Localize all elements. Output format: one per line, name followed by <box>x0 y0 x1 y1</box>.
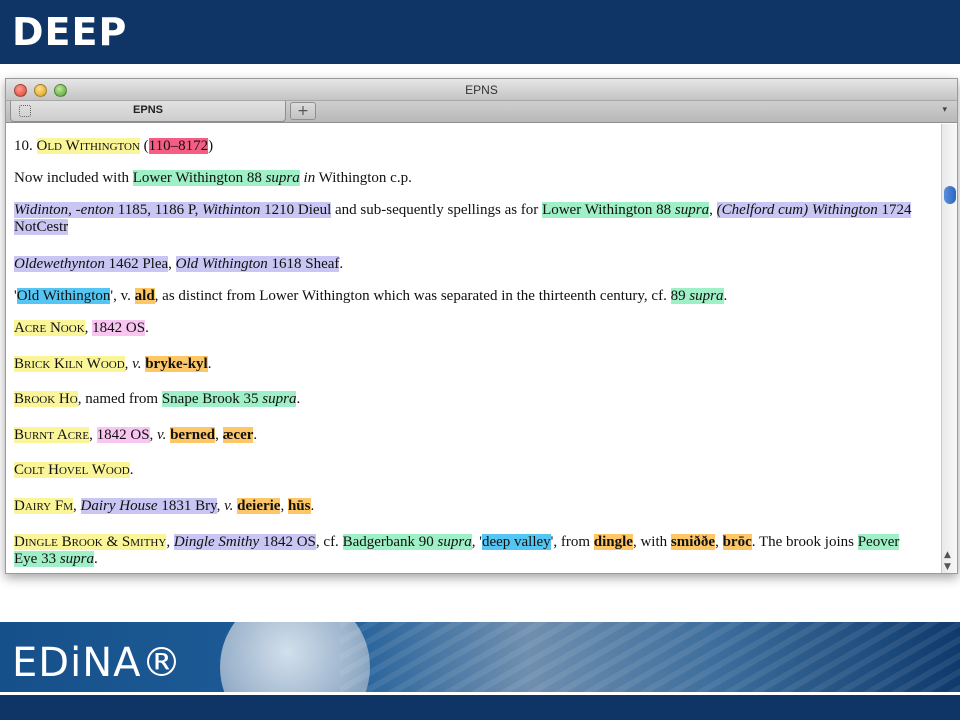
place-name[interactable]: Old Withington <box>36 138 140 154</box>
slide-header: DEEP <box>0 0 960 64</box>
footer-strip <box>0 692 960 720</box>
entry-paragraph: Brick Kiln Wood, v. bryke-kyl. <box>14 356 212 372</box>
grid-reference[interactable]: 110–8172 <box>148 138 209 154</box>
slide-title: DEEP <box>12 10 128 54</box>
element-link[interactable]: deierie <box>237 498 281 514</box>
place-name[interactable]: Brick Kiln Wood <box>14 356 125 372</box>
window-titlebar: EPNS <box>6 79 957 101</box>
entry-paragraph: 'Old Withington', v. ald, as distinct fr… <box>14 288 728 304</box>
page-content: 10. Old Withington (110–8172) Now includ… <box>6 124 942 573</box>
new-tab-button[interactable]: + <box>290 102 316 120</box>
footer-banner: EDiNA® <box>0 622 960 692</box>
place-name[interactable]: Burnt Acre <box>14 427 90 443</box>
element-link[interactable]: æcer <box>222 427 254 443</box>
entry-paragraph: Now included with Lower Withington 88 su… <box>14 170 412 186</box>
historical-form[interactable]: Old Withington 1618 Sheaf <box>175 256 340 272</box>
entry-paragraph: Dairy Fm, Dairy House 1831 Bry, v. deier… <box>14 498 315 514</box>
historical-form[interactable]: Dairy House 1831 Bry <box>80 498 217 514</box>
element-link[interactable]: hūs <box>287 498 311 514</box>
place-name[interactable]: Dairy Fm <box>14 498 73 514</box>
gloss-highlight[interactable]: deep valley <box>481 534 551 550</box>
historical-form[interactable]: Oldewethynton 1462 Plea <box>14 256 169 272</box>
tab-menu-chevron-icon[interactable]: ▾ <box>942 105 947 115</box>
element-link[interactable]: smiððe <box>670 534 716 550</box>
vertical-scrollbar[interactable]: ▲ ▼ <box>941 124 957 573</box>
tab-label: EPNS <box>133 104 163 116</box>
element-link[interactable]: brōc <box>722 534 752 550</box>
window-title: EPNS <box>465 83 498 97</box>
entry-paragraph: Widinton, -enton 1185, 1186 P, Withinton… <box>14 202 912 235</box>
cross-reference-link[interactable]: 89 supra <box>670 288 724 304</box>
scroll-thumb[interactable] <box>944 186 956 204</box>
entry-paragraph: Dingle Brook & Smithy, Dingle Smithy 184… <box>14 534 900 567</box>
scroll-up-arrow-icon[interactable]: ▲ <box>944 550 951 560</box>
element-link[interactable]: dingle <box>593 534 633 550</box>
source-reference[interactable]: 1842 OS <box>92 320 146 336</box>
historical-form[interactable]: Dingle Smithy 1842 OS <box>173 534 316 550</box>
place-name[interactable]: Colt Hovel Wood <box>14 462 130 478</box>
cross-reference-link[interactable]: Lower Withington 88 supra <box>132 170 300 186</box>
place-name[interactable]: Dingle Brook & Smithy <box>14 534 167 550</box>
edina-logo: EDiNA® <box>12 640 183 686</box>
swirl-graphic <box>340 622 960 692</box>
element-link[interactable]: bryke-kyl <box>145 356 208 372</box>
entry-heading: 10. Old Withington (110–8172) <box>14 138 214 154</box>
element-link[interactable]: ald <box>134 288 155 304</box>
entry-paragraph: Acre Nook, 1842 OS. <box>14 320 149 336</box>
cross-reference-link[interactable]: Badgerbank 90 supra <box>342 534 472 550</box>
entry-paragraph: Brook Ho, named from Snape Brook 35 supr… <box>14 391 301 407</box>
tab-bar: EPNS + ▾ <box>6 101 957 123</box>
browser-window: EPNS EPNS + ▾ 10. Old Withington (110–81… <box>5 78 958 574</box>
entry-number: 10. <box>14 138 33 154</box>
tab-epns[interactable]: EPNS <box>10 101 286 122</box>
element-link[interactable]: berned <box>170 427 216 443</box>
place-name[interactable]: Brook Ho <box>14 391 78 407</box>
cross-reference-link[interactable]: Lower Withington 88 supra <box>542 202 710 218</box>
cross-reference-link[interactable]: Snape Brook 35 supra <box>161 391 297 407</box>
source-reference[interactable]: 1842 OS <box>96 427 150 443</box>
historical-form[interactable]: Widinton, -enton 1185, 1186 P, Withinton… <box>14 202 332 218</box>
place-name[interactable]: Acre Nook <box>14 320 85 336</box>
gloss-highlight[interactable]: Old Withington <box>16 288 111 304</box>
entry-paragraph: Oldewethynton 1462 Plea, Old Withington … <box>14 256 344 272</box>
scroll-down-arrow-icon[interactable]: ▼ <box>944 562 951 572</box>
entry-paragraph: Burnt Acre, 1842 OS, v. berned, æcer. <box>14 427 258 443</box>
entry-paragraph: Colt Hovel Wood. <box>14 462 134 478</box>
